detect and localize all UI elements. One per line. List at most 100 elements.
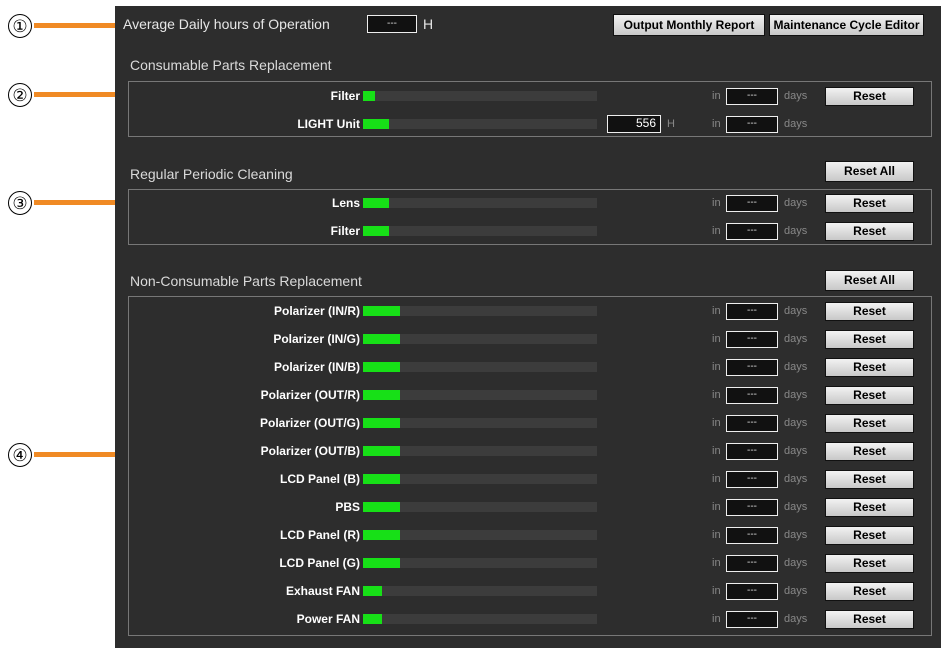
days-label: days xyxy=(784,361,808,373)
light-hours-unit: H xyxy=(667,118,675,130)
in-label: in xyxy=(712,557,721,569)
usage-bar-fill xyxy=(363,474,400,484)
days-label: days xyxy=(784,445,808,457)
days-label: days xyxy=(784,557,808,569)
reset-button[interactable]: Reset xyxy=(825,302,914,321)
days-input[interactable]: --- xyxy=(726,303,778,320)
days-input[interactable]: --- xyxy=(726,195,778,212)
usage-bar-fill xyxy=(363,334,400,344)
reset-button[interactable]: Reset xyxy=(825,358,914,377)
maintenance-cycle-editor-button[interactable]: Maintenance Cycle Editor xyxy=(769,14,924,36)
days-input[interactable]: --- xyxy=(726,359,778,376)
days-input[interactable]: --- xyxy=(726,499,778,516)
in-label: in xyxy=(712,529,721,541)
part-label: LCD Panel (R) xyxy=(279,528,360,542)
usage-bar xyxy=(363,530,597,540)
in-label: in xyxy=(712,445,721,457)
in-label: in xyxy=(712,225,721,237)
usage-bar-fill xyxy=(363,198,389,208)
reset-button[interactable]: Reset xyxy=(825,222,914,241)
reset-button[interactable]: Reset xyxy=(825,386,914,405)
days-label: days xyxy=(784,585,808,597)
consumable-section-title: Consumable Parts Replacement xyxy=(130,57,332,73)
usage-bar-fill xyxy=(363,119,389,129)
in-label: in xyxy=(712,389,721,401)
avg-hours-unit: H xyxy=(423,16,434,32)
in-label: in xyxy=(712,473,721,485)
usage-bar-fill xyxy=(363,502,400,512)
days-input[interactable]: --- xyxy=(726,555,778,572)
days-label: days xyxy=(784,389,808,401)
days-label: days xyxy=(784,333,808,345)
days-input[interactable]: --- xyxy=(726,331,778,348)
reset-button[interactable]: Reset xyxy=(825,330,914,349)
days-label: days xyxy=(784,305,808,317)
reset-button[interactable]: Reset xyxy=(825,194,914,213)
usage-bar-fill xyxy=(363,306,400,316)
in-label: in xyxy=(712,501,721,513)
days-input[interactable]: --- xyxy=(726,611,778,628)
in-label: in xyxy=(712,361,721,373)
reset-button[interactable]: Reset xyxy=(825,442,914,461)
usage-bar-fill xyxy=(363,91,375,101)
usage-bar xyxy=(363,390,597,400)
cleaning-reset-all-button[interactable]: Reset All xyxy=(825,161,914,182)
days-label: days xyxy=(784,225,808,237)
reset-button[interactable]: Reset xyxy=(825,554,914,573)
part-label: Polarizer (OUT/G) xyxy=(259,416,360,430)
usage-bar xyxy=(363,586,597,596)
days-input[interactable]: --- xyxy=(726,116,778,133)
part-label: Filter xyxy=(330,89,360,103)
reset-button[interactable]: Reset xyxy=(825,470,914,489)
part-label: Exhaust FAN xyxy=(285,584,360,598)
usage-bar-fill xyxy=(363,362,400,372)
usage-bar-fill xyxy=(363,530,400,540)
reset-button[interactable]: Reset xyxy=(825,498,914,517)
part-label: LCD Panel (G) xyxy=(279,556,360,570)
days-label: days xyxy=(784,118,808,130)
reset-button[interactable]: Reset xyxy=(825,414,914,433)
in-label: in xyxy=(712,197,721,209)
usage-bar xyxy=(363,614,597,624)
days-label: days xyxy=(784,501,808,513)
cleaning-section-title: Regular Periodic Cleaning xyxy=(130,166,293,182)
output-monthly-report-button[interactable]: Output Monthly Report xyxy=(613,14,765,36)
part-label: Polarizer (OUT/R) xyxy=(260,388,360,402)
part-label: Polarizer (IN/G) xyxy=(273,332,360,346)
part-label: Polarizer (IN/R) xyxy=(273,304,360,318)
days-label: days xyxy=(784,197,808,209)
days-input[interactable]: --- xyxy=(726,583,778,600)
light-hours-value: 556 xyxy=(607,115,661,133)
reset-button[interactable]: Reset xyxy=(825,610,914,629)
days-input[interactable]: --- xyxy=(726,88,778,105)
callout-3: ③ xyxy=(8,191,32,215)
part-label: Power FAN xyxy=(296,612,360,626)
avg-daily-hours-input[interactable]: --- xyxy=(367,15,417,33)
days-input[interactable]: --- xyxy=(726,387,778,404)
days-input[interactable]: --- xyxy=(726,415,778,432)
part-label: LIGHT Unit xyxy=(297,117,360,131)
in-label: in xyxy=(712,305,721,317)
usage-bar-fill xyxy=(363,558,400,568)
reset-button[interactable]: Reset xyxy=(825,582,914,601)
in-label: in xyxy=(712,118,721,130)
nonconsumable-section-title: Non-Consumable Parts Replacement xyxy=(130,273,362,289)
usage-bar xyxy=(363,418,597,428)
usage-bar-fill xyxy=(363,446,400,456)
part-label: LCD Panel (B) xyxy=(279,472,360,486)
reset-button[interactable]: Reset xyxy=(825,87,914,106)
usage-bar-fill xyxy=(363,418,400,428)
days-input[interactable]: --- xyxy=(726,443,778,460)
days-input[interactable]: --- xyxy=(726,527,778,544)
part-label: Polarizer (IN/B) xyxy=(273,360,360,374)
usage-bar xyxy=(363,446,597,456)
usage-bar xyxy=(363,91,597,101)
reset-button[interactable]: Reset xyxy=(825,526,914,545)
usage-bar-fill xyxy=(363,586,382,596)
days-input[interactable]: --- xyxy=(726,223,778,240)
callout-4: ④ xyxy=(8,443,32,467)
usage-bar xyxy=(363,334,597,344)
days-label: days xyxy=(784,613,808,625)
days-input[interactable]: --- xyxy=(726,471,778,488)
nonconsumable-reset-all-button[interactable]: Reset All xyxy=(825,270,914,291)
